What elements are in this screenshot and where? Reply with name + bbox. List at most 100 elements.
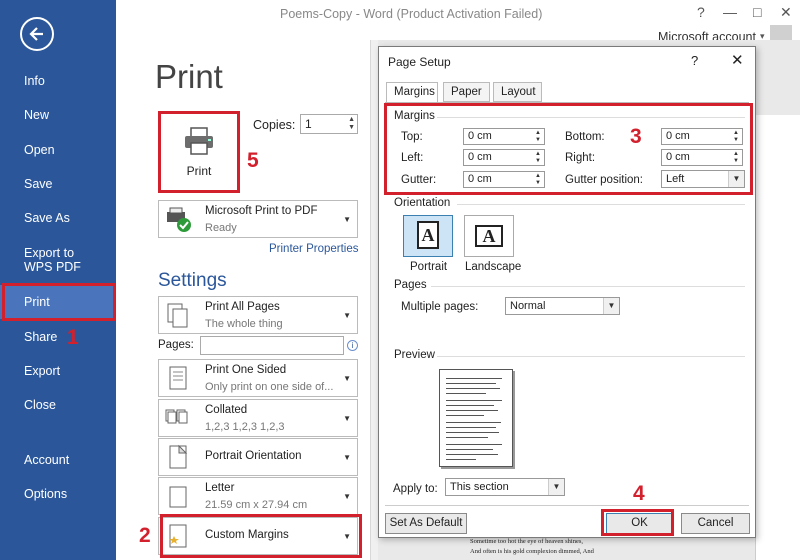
help-icon[interactable]: ? bbox=[691, 53, 698, 68]
page-preview-thumbnail bbox=[439, 369, 513, 467]
portrait-label: Portrait bbox=[410, 261, 448, 273]
paper-size-desc: 21.59 cm x 27.94 cm bbox=[205, 499, 308, 511]
preview-text-line: And often is his gold complexion dimmed,… bbox=[470, 548, 594, 555]
panel-divider bbox=[370, 40, 378, 560]
group-divider bbox=[437, 356, 745, 357]
spin-up-icon[interactable]: ▲ bbox=[348, 116, 355, 123]
restore-icon[interactable]: □ bbox=[753, 4, 761, 20]
multiple-pages-label: Multiple pages: bbox=[401, 301, 479, 313]
sidebar-item-save-as[interactable]: Save As bbox=[0, 201, 116, 235]
info-icon[interactable]: i bbox=[347, 340, 358, 351]
sidebar-item-open[interactable]: Open bbox=[0, 133, 116, 167]
title-bar: Poems-Copy - Word (Product Activation Fa… bbox=[116, 0, 800, 28]
page-title: Print bbox=[155, 58, 223, 95]
highlight-ok-button bbox=[601, 509, 674, 536]
print-range-desc: The whole thing bbox=[205, 318, 283, 330]
print-range-select[interactable]: Print All Pages The whole thing ▼ bbox=[158, 296, 358, 334]
backstage-sidebar: Info New Open Save Save As Export to WPS… bbox=[0, 0, 116, 560]
copies-stepper[interactable]: 1 ▲ ▼ bbox=[300, 114, 358, 134]
step-2-annotation: 2 bbox=[139, 524, 151, 547]
collated-icon bbox=[165, 409, 188, 424]
sides-value: Print One Sided bbox=[205, 364, 287, 376]
apply-to-value: This section bbox=[450, 481, 509, 493]
chevron-down-icon: ▼ bbox=[548, 479, 564, 495]
print-range-value: Print All Pages bbox=[205, 301, 280, 313]
highlight-custom-margins bbox=[160, 514, 362, 558]
dialog-title: Page Setup bbox=[388, 55, 451, 69]
set-as-default-button[interactable]: Set As Default bbox=[385, 513, 467, 534]
chevron-down-icon: ▼ bbox=[343, 215, 351, 224]
portrait-button[interactable]: A bbox=[403, 215, 453, 257]
sidebar-item-share[interactable]: Share bbox=[0, 320, 116, 354]
apply-to-select[interactable]: This section ▼ bbox=[445, 478, 565, 496]
highlight-margins-group bbox=[384, 103, 753, 195]
sidebar-item-account[interactable]: Account bbox=[0, 443, 116, 477]
paper-size-value: Letter bbox=[205, 482, 235, 494]
step-5-annotation: 5 bbox=[247, 149, 259, 172]
multiple-pages-value: Normal bbox=[510, 300, 546, 312]
pages-input[interactable] bbox=[200, 336, 344, 355]
sidebar-item-close[interactable]: Close bbox=[0, 388, 116, 422]
step-1-annotation: 1 bbox=[67, 326, 79, 349]
sides-select[interactable]: Print One Sided Only print on one side o… bbox=[158, 359, 358, 397]
chevron-down-icon: ▼ bbox=[343, 453, 351, 462]
pages-label: Pages: bbox=[158, 339, 194, 351]
step-3-annotation: 3 bbox=[630, 125, 642, 148]
portrait-icon: A bbox=[417, 221, 439, 249]
chevron-down-icon: ▼ bbox=[603, 298, 619, 314]
multiple-pages-select[interactable]: Normal ▼ bbox=[505, 297, 620, 315]
orientation-select[interactable]: Portrait Orientation ▼ bbox=[158, 438, 358, 476]
back-arrow-icon[interactable] bbox=[20, 17, 54, 51]
chevron-down-icon: ▼ bbox=[343, 311, 351, 320]
tab-margins[interactable]: Margins bbox=[386, 82, 438, 103]
collation-select[interactable]: Collated 1,2,3 1,2,3 1,2,3 ▼ bbox=[158, 399, 358, 437]
landscape-label: Landscape bbox=[465, 261, 522, 273]
landscape-icon: A bbox=[475, 225, 503, 247]
group-divider bbox=[431, 286, 745, 287]
sidebar-item-save[interactable]: Save bbox=[0, 167, 116, 201]
close-icon[interactable]: ✕ bbox=[780, 4, 792, 21]
pages-icon bbox=[167, 303, 188, 328]
sides-desc: Only print on one side of... bbox=[205, 381, 334, 393]
chevron-down-icon: ▼ bbox=[343, 492, 351, 501]
apply-to-label: Apply to: bbox=[393, 483, 438, 495]
printer-select[interactable]: Microsoft Print to PDF Ready ▼ bbox=[158, 200, 358, 238]
close-icon[interactable]: ✕ bbox=[731, 51, 744, 69]
spin-down-icon[interactable]: ▼ bbox=[348, 124, 355, 131]
collation-value: Collated bbox=[205, 404, 248, 416]
one-sided-icon bbox=[169, 366, 187, 390]
sidebar-item-new[interactable]: New bbox=[0, 98, 116, 132]
preview-group-label: Preview bbox=[394, 349, 435, 361]
preview-page bbox=[755, 115, 800, 560]
pages-group-label: Pages bbox=[394, 279, 427, 291]
landscape-button[interactable]: A bbox=[464, 215, 514, 257]
sidebar-item-export-wps-pdf[interactable]: Export to WPS PDF bbox=[0, 242, 100, 278]
printer-name: Microsoft Print to PDF bbox=[205, 205, 318, 217]
orientation-value: Portrait Orientation bbox=[205, 450, 302, 462]
step-4-annotation: 4 bbox=[633, 482, 645, 505]
preview-text-line: Sometime too hot the eye of heaven shine… bbox=[470, 538, 584, 545]
collation-desc: 1,2,3 1,2,3 1,2,3 bbox=[205, 421, 285, 433]
tab-paper[interactable]: Paper bbox=[443, 82, 490, 102]
tab-layout[interactable]: Layout bbox=[493, 82, 542, 102]
sidebar-item-info[interactable]: Info bbox=[0, 64, 116, 98]
minimize-icon[interactable]: — bbox=[723, 4, 737, 20]
window-title: Poems-Copy - Word (Product Activation Fa… bbox=[280, 7, 543, 21]
cancel-button[interactable]: Cancel bbox=[681, 513, 750, 534]
paper-size-select[interactable]: Letter 21.59 cm x 27.94 cm ▼ bbox=[158, 477, 358, 515]
portrait-icon bbox=[169, 444, 188, 469]
settings-heading: Settings bbox=[158, 270, 227, 291]
footer-divider bbox=[385, 505, 749, 506]
copies-label: Copies: bbox=[253, 118, 296, 132]
sidebar-item-export[interactable]: Export bbox=[0, 354, 116, 388]
printer-status-icon bbox=[167, 207, 191, 232]
help-icon[interactable]: ? bbox=[697, 4, 705, 20]
chevron-down-icon: ▼ bbox=[343, 374, 351, 383]
printer-properties-link[interactable]: Printer Properties bbox=[269, 243, 358, 255]
group-divider bbox=[457, 204, 745, 205]
sidebar-item-options[interactable]: Options bbox=[0, 477, 116, 511]
highlight-print-button bbox=[158, 111, 240, 193]
paper-icon bbox=[169, 486, 187, 508]
orientation-group-label: Orientation bbox=[394, 197, 451, 209]
chevron-down-icon: ▼ bbox=[343, 414, 351, 423]
